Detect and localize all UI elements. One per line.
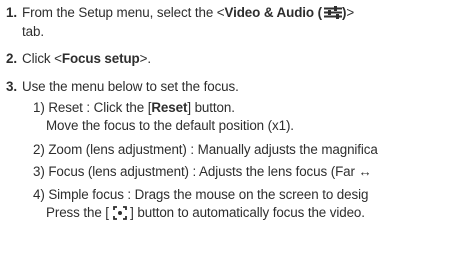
step-2-button-name: Focus setup — [61, 51, 140, 66]
substep-reset-post: ] button. — [187, 100, 235, 115]
step-1-line-1: From the Setup menu, select the <Video &… — [22, 5, 354, 23]
step-2-line: Click <Focus setup>. — [22, 51, 151, 67]
step-3-line: Use the menu below to set the focus. — [22, 79, 239, 94]
substep-simple-focus-line-1: 4) Simple focus : Drags the mouse on the… — [33, 187, 369, 202]
substep-focus-line: 3) Focus (lens adjustment) : Adjusts the… — [33, 164, 372, 179]
substep-reset-line-2: Move the focus to the default position (… — [46, 118, 294, 133]
step-1-tab-name: Video & Audio ( — [224, 5, 323, 20]
step-2-text-post: >. — [139, 51, 151, 66]
step-1-number: 1. — [6, 5, 17, 20]
step-2-text-pre: Click < — [22, 51, 62, 66]
step-1-text-pre: From the Setup menu, select the < — [22, 5, 225, 20]
substep-reset-line-1: 1) Reset : Click the [Reset] button. — [33, 100, 235, 116]
substep-zoom-line: 2) Zoom (lens adjustment) : Manually adj… — [33, 142, 378, 157]
substep-simple-focus-post: ] button to automatically focus the vide… — [126, 205, 365, 220]
substep-simple-focus-pre: Press the [ — [46, 205, 113, 220]
substep-simple-focus-line-2: Press the [ ] button to automatically fo… — [46, 205, 365, 224]
substep-reset-pre: 1) Reset : Click the [ — [33, 100, 152, 115]
step-2-number: 2. — [6, 51, 17, 66]
step-1-text-post: > — [346, 5, 355, 20]
step-1-line-2: tab. — [22, 24, 44, 39]
substep-reset-button-name: Reset — [151, 100, 188, 115]
focus-brackets-icon — [112, 206, 127, 224]
step-3-number: 3. — [6, 79, 17, 94]
instruction-document: 1. From the Setup menu, select the <Vide… — [0, 0, 471, 260]
sliders-icon — [323, 6, 342, 23]
